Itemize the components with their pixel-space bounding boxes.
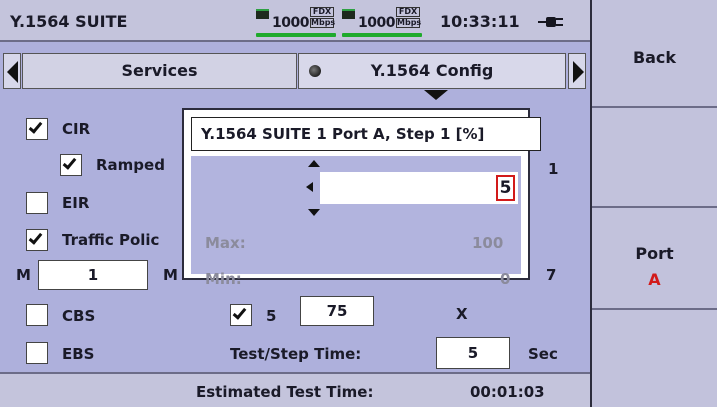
eir-label: EIR <box>62 194 90 212</box>
cbs-size-field[interactable]: 75 <box>300 296 374 326</box>
cir-checkbox[interactable] <box>26 118 48 140</box>
empty-softkey-4[interactable] <box>592 310 717 407</box>
traffic-policing-label: Traffic Polic <box>62 231 160 249</box>
ebs-checkbox[interactable] <box>26 342 48 364</box>
dialog-title: Y.1564 SUITE 1 Port A, Step 1 [%] <box>191 117 541 151</box>
port-softkey[interactable]: Port A <box>592 208 717 310</box>
unit-label: Mbps <box>310 18 336 28</box>
link-activity-bar <box>256 33 336 37</box>
duplex-label: FDX <box>310 7 334 17</box>
cbs-x-label: X <box>456 305 468 323</box>
tab-services-label: Services <box>121 61 198 80</box>
duplex-label: FDX <box>396 7 420 17</box>
edge-digit-7: 7 <box>546 266 557 284</box>
tab-y1564-config[interactable]: Y.1564 Config <box>298 53 566 89</box>
status-bar: Y.1564 SUITE 1000 FDX Mbps 1000 FDX Mbps… <box>0 0 590 42</box>
value-input[interactable] <box>320 172 518 204</box>
empty-softkey-2[interactable] <box>592 108 717 208</box>
estimated-test-time-value: 00:01:03 <box>470 383 545 401</box>
cir-label: CIR <box>62 120 91 138</box>
link-duplex: FDX Mbps <box>396 7 422 29</box>
traffic-policing-checkbox[interactable] <box>26 229 48 251</box>
tab-bar: Services Y.1564 Config <box>0 44 590 96</box>
dot-icon <box>309 65 321 77</box>
port-label: Port <box>635 244 674 263</box>
unit-label: Mbps <box>396 18 422 28</box>
link-activity-bar <box>342 33 422 37</box>
max-value: 100 <box>472 234 504 252</box>
plug-icon <box>538 17 564 27</box>
chevron-left-icon[interactable] <box>3 53 21 89</box>
test-step-time-unit: Sec <box>528 345 558 363</box>
test-step-time-label: Test/Step Time: <box>230 345 362 363</box>
edge-digit-1: 1 <box>548 160 559 178</box>
estimated-test-time-label: Estimated Test Time: <box>196 383 374 401</box>
footer-bar: Estimated Test Time: 00:01:03 <box>0 372 590 407</box>
ethernet-port-icon <box>256 9 269 19</box>
max-label: Max: <box>205 234 246 252</box>
m-suffix-label: M <box>163 266 178 284</box>
clock: 10:33:11 <box>440 12 520 31</box>
m-prefix-label: M <box>16 266 31 284</box>
cursor-left-arrow-icon[interactable] <box>306 182 313 192</box>
min-value: 0 <box>500 270 511 288</box>
ramped-checkbox[interactable] <box>60 154 82 176</box>
ethernet-port-icon <box>342 9 355 19</box>
m-value-field[interactable]: 1 <box>38 260 148 290</box>
port-value: A <box>648 270 661 289</box>
value-digit-cursor[interactable]: 5 <box>496 175 515 201</box>
decrement-arrow-icon[interactable] <box>308 209 320 216</box>
ramped-label: Ramped <box>96 156 165 174</box>
tab-config-label: Y.1564 Config <box>370 61 494 80</box>
back-softkey[interactable]: Back <box>592 0 717 108</box>
link-speed: 1000 <box>272 15 309 31</box>
active-tab-pointer-icon <box>424 90 448 100</box>
chevron-right-icon[interactable] <box>568 53 586 89</box>
cbs-step-value: 5 <box>266 307 277 325</box>
ebs-label: EBS <box>62 345 95 363</box>
app-title: Y.1564 SUITE <box>10 12 128 31</box>
cbs-label: CBS <box>62 307 96 325</box>
link-duplex: FDX Mbps <box>310 7 336 29</box>
cbs-step-checkbox[interactable] <box>230 304 252 326</box>
tab-services[interactable]: Services <box>22 53 297 89</box>
screen: Y.1564 SUITE 1000 FDX Mbps 1000 FDX Mbps… <box>0 0 717 407</box>
cbs-checkbox[interactable] <box>26 304 48 326</box>
min-label: Min: <box>205 270 242 288</box>
increment-arrow-icon[interactable] <box>308 160 320 167</box>
softkey-panel: Back Port A <box>590 0 717 407</box>
link-speed: 1000 <box>358 15 395 31</box>
back-label: Back <box>632 48 677 67</box>
test-step-time-field[interactable]: 5 <box>436 337 510 369</box>
eir-checkbox[interactable] <box>26 192 48 214</box>
